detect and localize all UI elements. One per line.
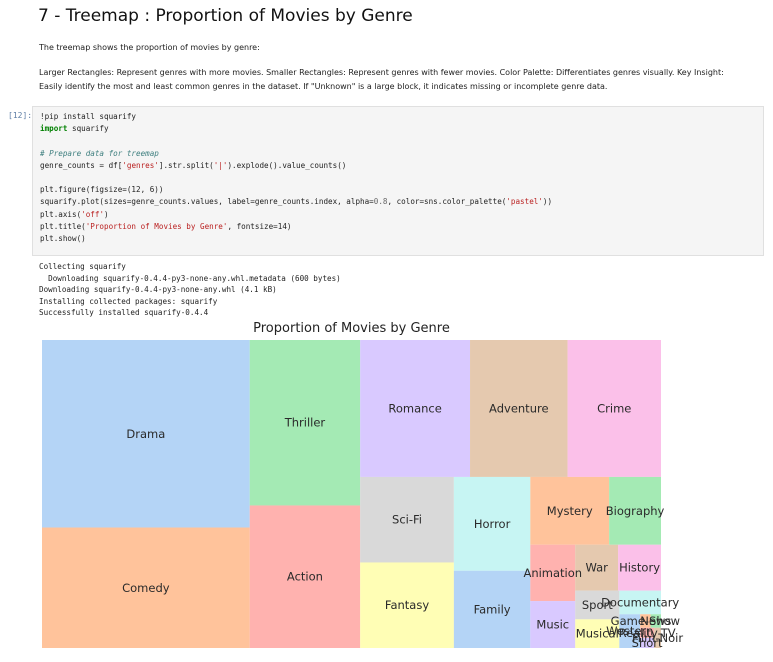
treemap-label-mystery: Mystery bbox=[547, 504, 593, 518]
treemap-label-war: War bbox=[585, 561, 608, 575]
treemap-label-comedy: Comedy bbox=[122, 581, 170, 595]
treemap-label-family: Family bbox=[474, 602, 511, 616]
treemap-chart: Drama Comedy Thriller Action Romance Adventur… bbox=[42, 340, 683, 650]
treemap-label-thriller: Thriller bbox=[284, 416, 326, 430]
treemap-label-sci-fi: Sci-Fi bbox=[392, 513, 422, 527]
treemap-label-romance: Romance bbox=[388, 401, 441, 415]
treemap-label-horror: Horror bbox=[474, 517, 511, 531]
treemap-label-action: Action bbox=[287, 570, 323, 584]
treemap-label-drama: Drama bbox=[126, 427, 165, 441]
treemap-label-adventure: Adventure bbox=[489, 401, 548, 415]
treemap-label-music: Music bbox=[536, 618, 569, 632]
notebook-page: 7 - Treemap : Proportion of Movies by Ge… bbox=[0, 0, 773, 662]
treemap-label-history: History bbox=[619, 561, 660, 575]
treemap-label-biography: Biography bbox=[606, 504, 665, 518]
treemap-label-documentary: Documentary bbox=[601, 595, 679, 609]
treemap-label-crime: Crime bbox=[597, 401, 631, 415]
treemap-label-animation: Animation bbox=[523, 566, 582, 580]
treemap-label-film-noir: Film-Noir bbox=[632, 631, 683, 645]
treemap-label-fantasy: Fantasy bbox=[385, 598, 429, 612]
